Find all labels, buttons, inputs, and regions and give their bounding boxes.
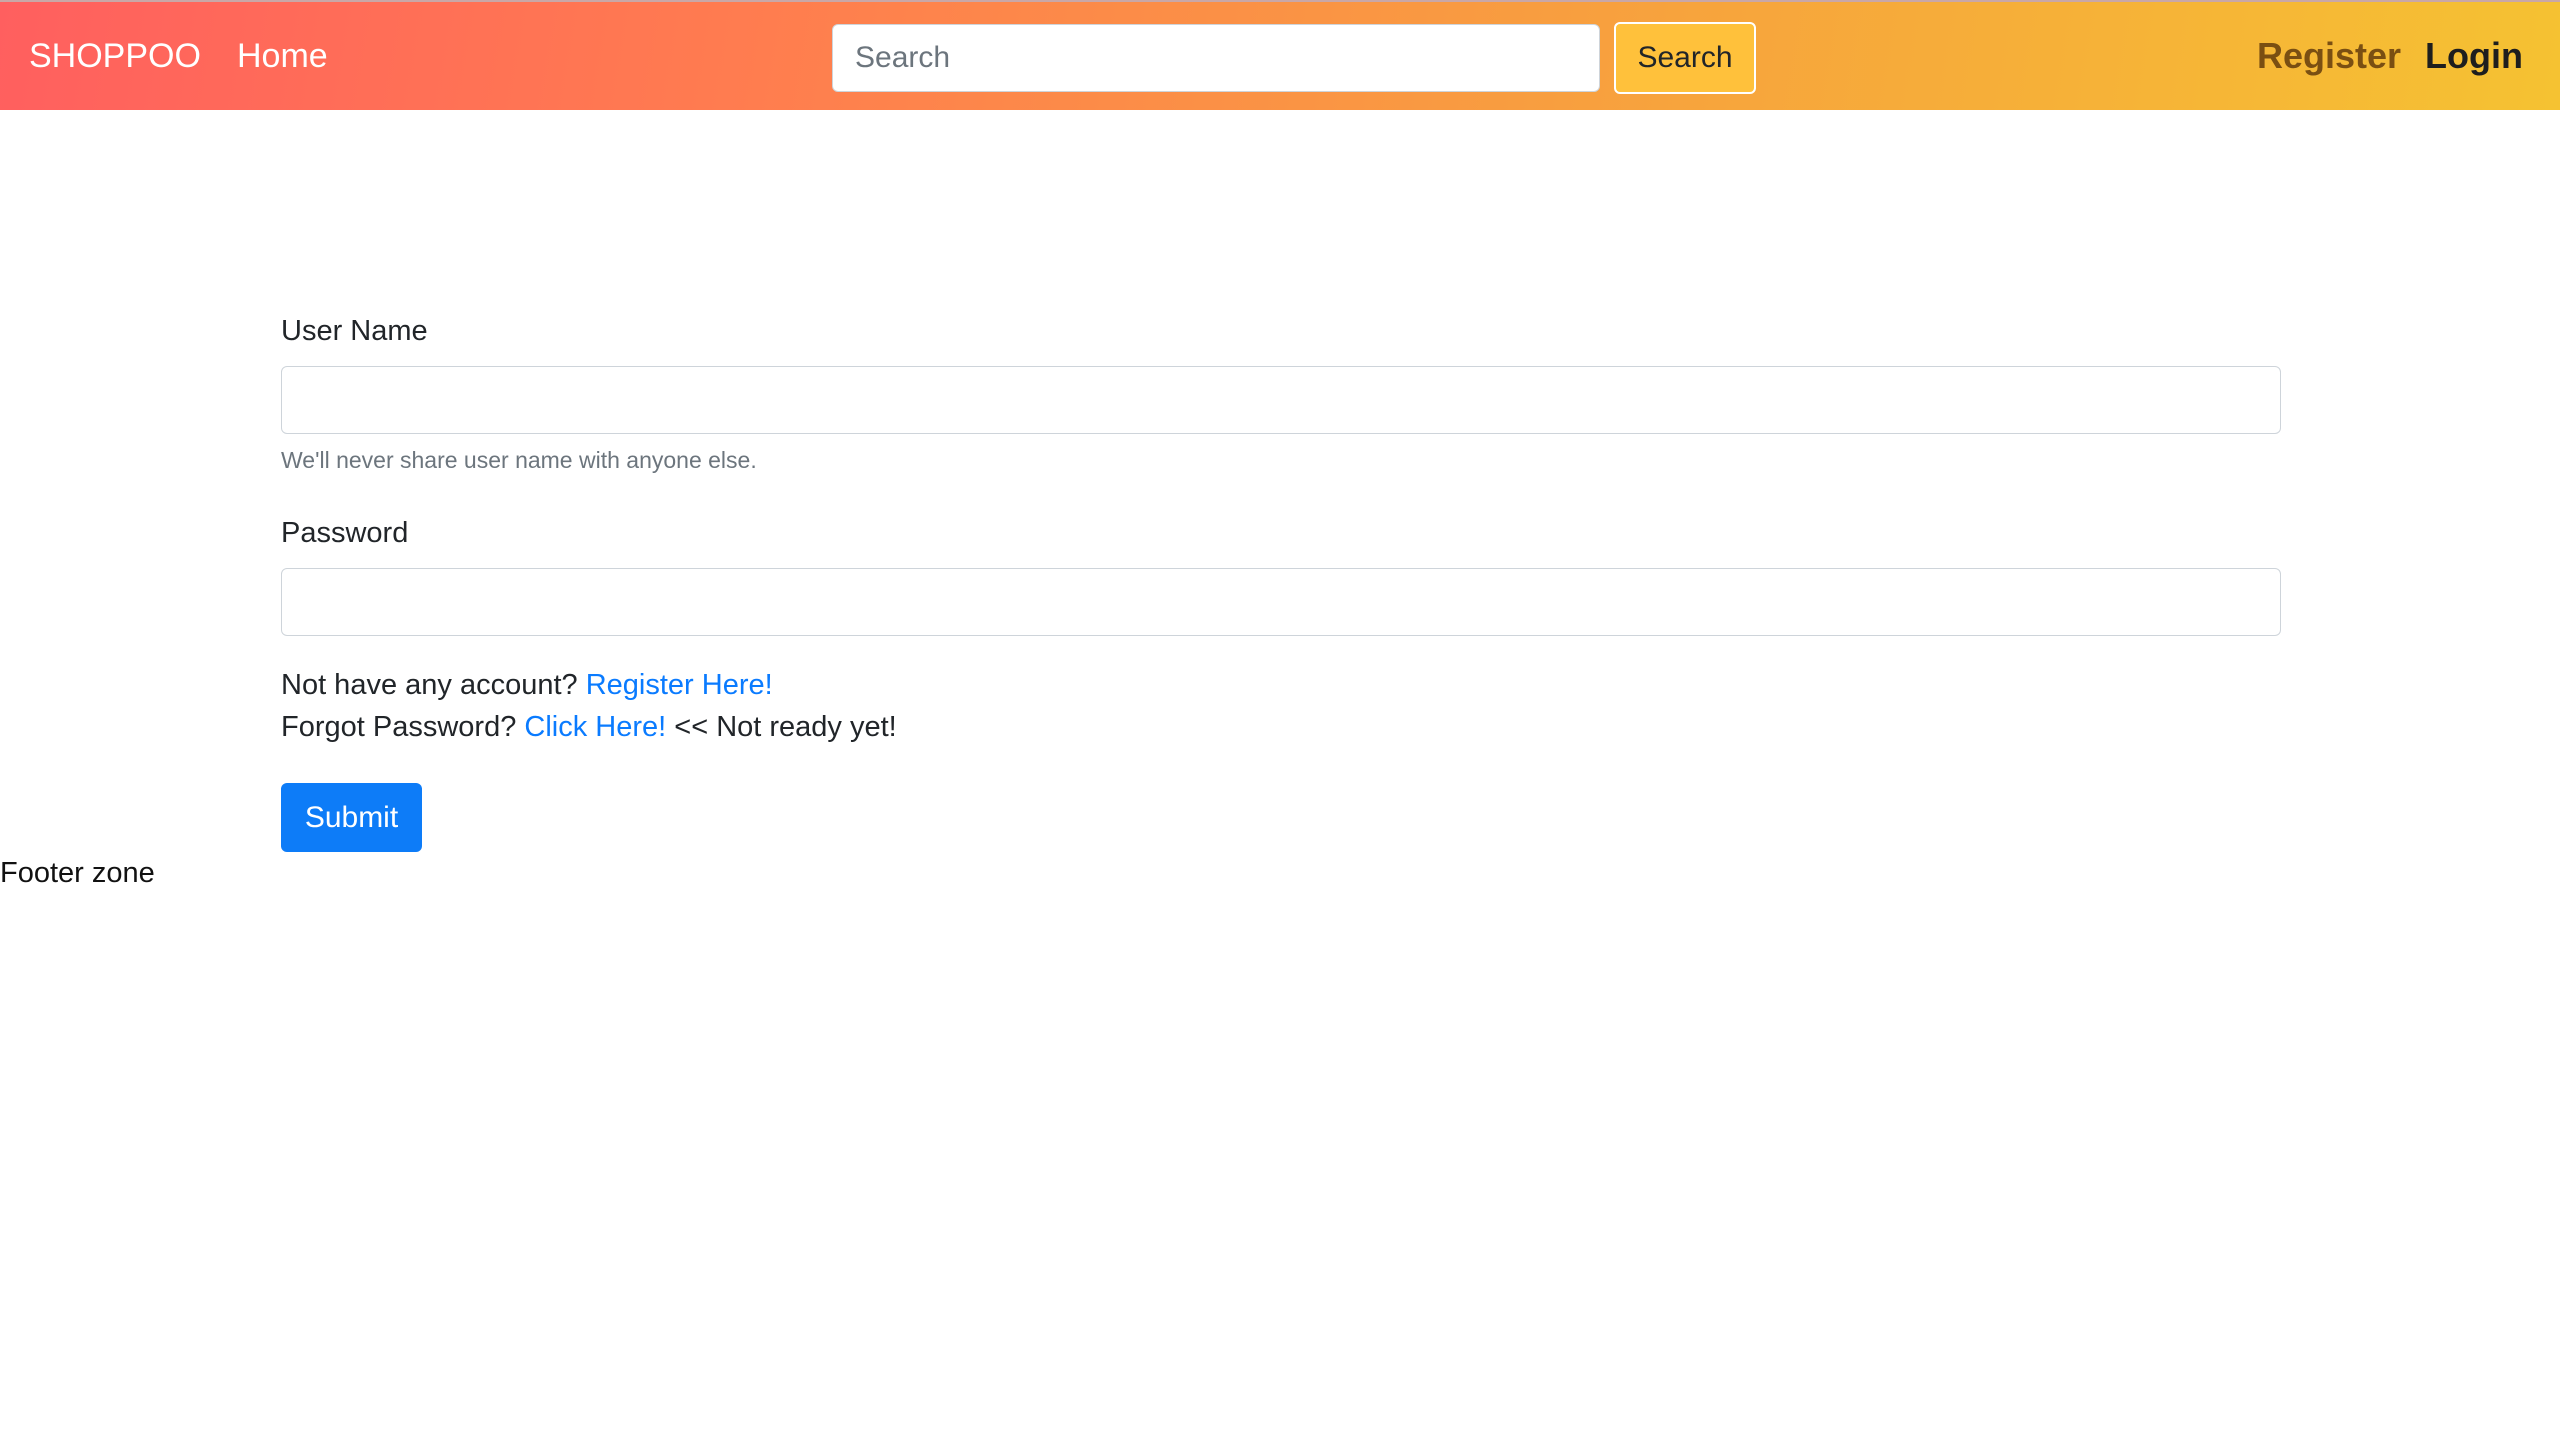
nav-register-link[interactable]: Register — [2257, 35, 2401, 77]
register-here-link[interactable]: Register Here! — [586, 669, 773, 701]
brand-logo-link[interactable]: SHOPPOO — [29, 36, 201, 76]
username-input[interactable] — [281, 366, 2281, 434]
forgot-password-link[interactable]: Click Here! — [524, 711, 666, 743]
footer: Footer zone — [0, 857, 155, 889]
search-input[interactable] — [832, 24, 1600, 92]
nav-home-link[interactable]: Home — [237, 36, 328, 76]
password-input[interactable] — [281, 568, 2281, 636]
forgot-password-prompt: Forgot Password? Click Here! << Not read… — [281, 708, 897, 746]
register-prompt-text: Not have any account? — [281, 669, 586, 701]
forgot-password-text: Forgot Password? — [281, 711, 525, 743]
submit-button[interactable]: Submit — [281, 783, 422, 852]
nav-login-link[interactable]: Login — [2425, 35, 2523, 77]
username-label: User Name — [281, 315, 428, 347]
navbar: SHOPPOO Home Search Register Login — [0, 0, 2560, 110]
forgot-password-note: << Not ready yet! — [666, 711, 897, 743]
search-button[interactable]: Search — [1614, 22, 1756, 94]
register-prompt: Not have any account? Register Here! — [281, 666, 773, 704]
username-help-text: We'll never share user name with anyone … — [281, 447, 757, 473]
password-label: Password — [281, 517, 409, 549]
